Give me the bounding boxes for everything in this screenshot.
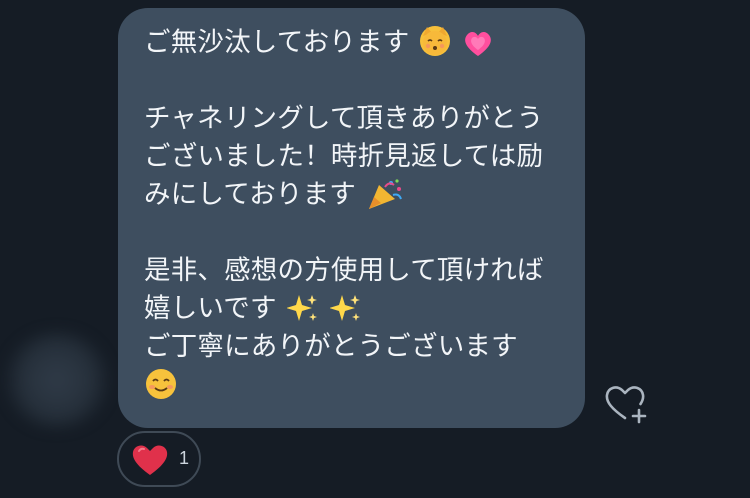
party-popper-icon xyxy=(367,179,405,211)
message-text: ございました！時折見返しては励 xyxy=(144,141,544,172)
reaction-heart-pill[interactable]: 1 xyxy=(117,431,201,487)
message-line-8: 嬉しいです xyxy=(144,290,565,328)
sparkles-icon xyxy=(328,295,362,325)
message-text: 是非、感想の方使用して頂ければ xyxy=(144,255,544,286)
message-line-5: みにしております xyxy=(144,176,565,214)
smiling-face-icon xyxy=(144,369,178,401)
message-line-10 xyxy=(144,366,565,404)
message-line-4: ございました！時折見返しては励 xyxy=(144,138,565,176)
message-text: ご無沙汰しております xyxy=(144,27,410,58)
message-text: ご丁寧にありがとうございます xyxy=(144,331,518,362)
add-reaction-button[interactable] xyxy=(603,382,649,424)
message-bubble[interactable]: ご無沙汰しております チャネリングして頂きありがとう ございました！時折見返して… xyxy=(118,8,585,428)
red-heart-icon xyxy=(131,443,169,477)
message-line-3: チャネリングして頂きありがとう xyxy=(144,100,565,138)
growing-heart-icon xyxy=(461,30,495,59)
reaction-count: 1 xyxy=(179,448,190,468)
heart-plus-icon xyxy=(605,386,647,424)
message-line-7: 是非、感想の方使用して頂ければ xyxy=(144,252,565,290)
sparkles-icon xyxy=(286,295,327,325)
message-line-1: ご無沙汰しております xyxy=(144,24,565,62)
message-text: みにしております xyxy=(144,179,357,210)
chat-screen: ご無沙汰しております チャネリングして頂きありがとう ございました！時折見返して… xyxy=(0,0,750,498)
message-text: 嬉しいです xyxy=(144,293,277,324)
message-line-9: ご丁寧にありがとうございます xyxy=(144,328,565,366)
sender-avatar-blurred[interactable] xyxy=(2,330,112,430)
kissing-cat-icon xyxy=(420,26,451,56)
message-text: チャネリングして頂きありがとう xyxy=(144,103,544,134)
